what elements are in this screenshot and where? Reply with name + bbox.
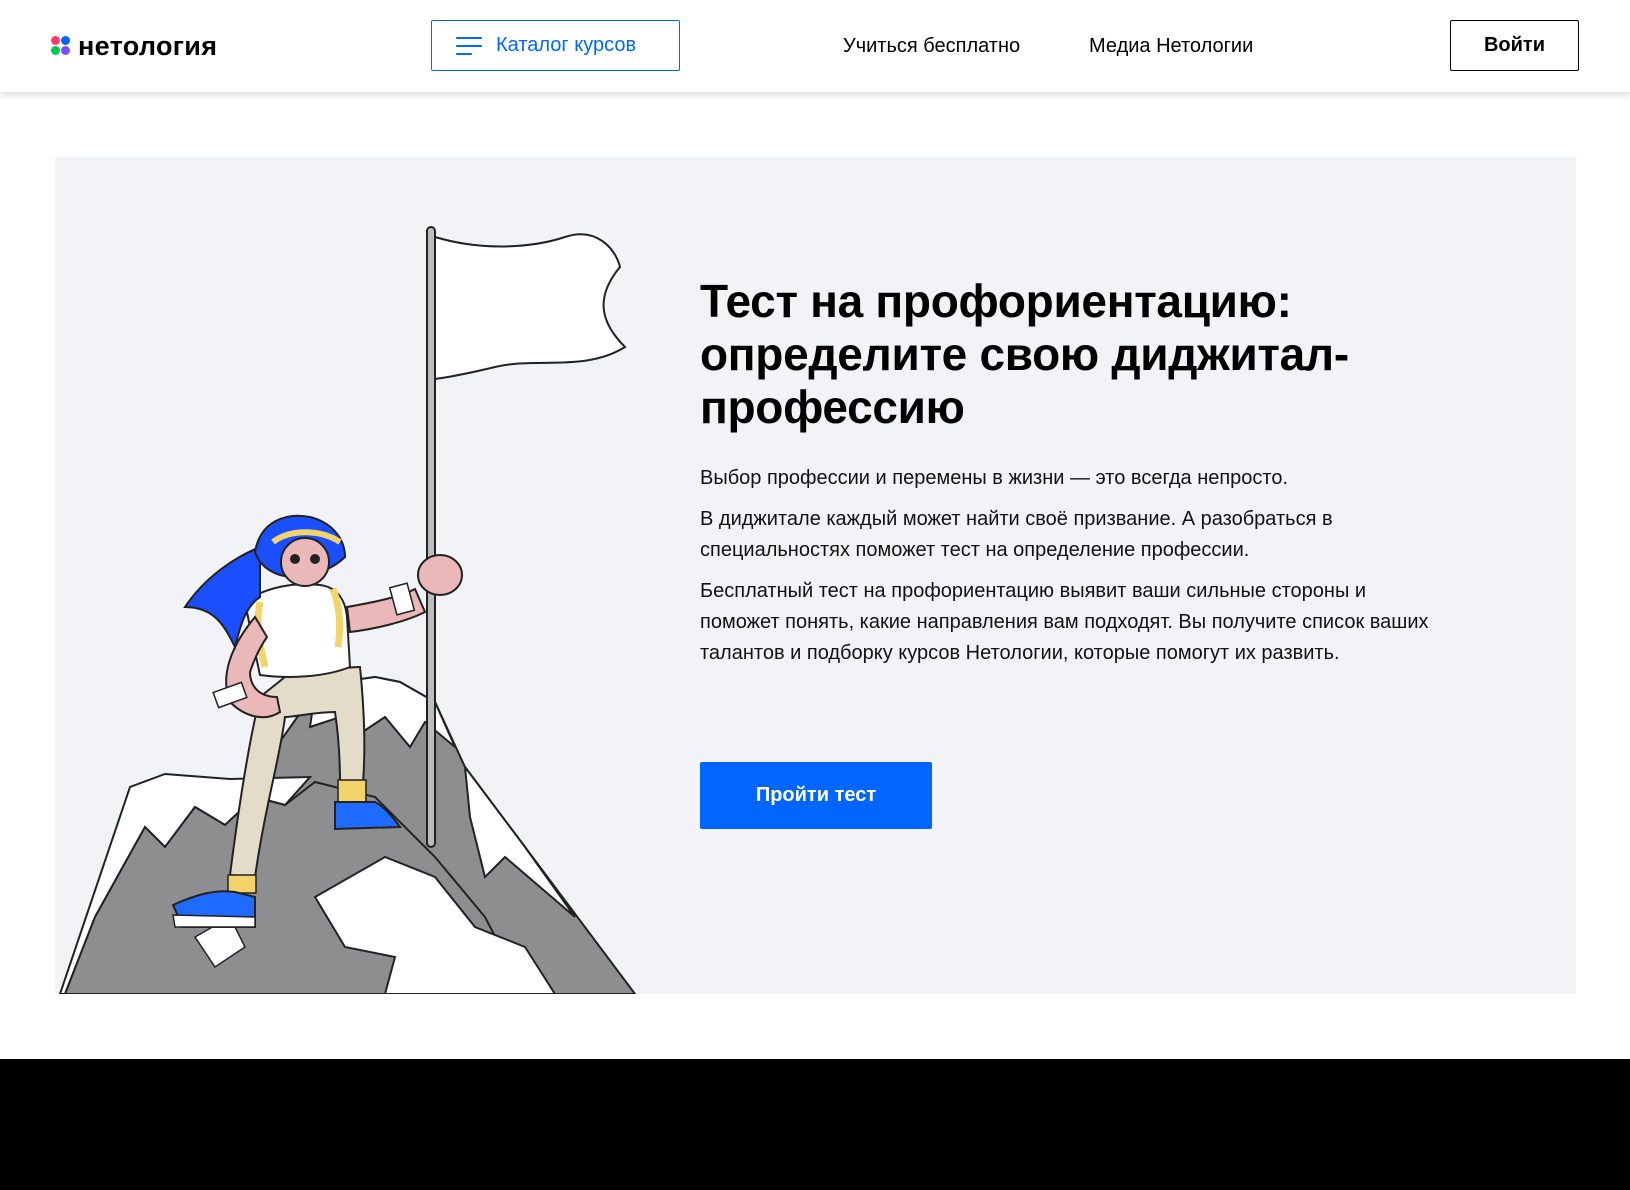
catalog-button-label: Каталог курсов <box>496 34 637 56</box>
menu-burger-icon <box>456 36 482 55</box>
footer-band <box>0 1059 1630 1190</box>
mountain-flag-illustration <box>58 226 637 994</box>
hero-title: Тест на профориентацию: определите свою … <box>700 275 1349 433</box>
login-button[interactable]: Войти <box>1450 20 1579 71</box>
hero-description: Выбор профессии и перемены в жизни — это… <box>700 463 1430 679</box>
catalog-button[interactable]: Каталог курсов <box>431 20 680 71</box>
logo-text: нетология <box>78 30 218 61</box>
hero-paragraph: В диджитале каждый может найти своё приз… <box>700 508 1333 561</box>
nav-link-free-learning[interactable]: Учиться бесплатно <box>843 34 1020 58</box>
nav-link-media[interactable]: Медиа Нетологии <box>1089 34 1253 58</box>
site-header: нетология Каталог курсов Учиться бесплат… <box>0 0 1630 92</box>
hero-section: Тест на профориентацию: определите свою … <box>55 157 1576 994</box>
logo-link[interactable]: нетология <box>51 30 217 62</box>
netology-logo-icon <box>51 36 71 56</box>
hero-paragraph: Выбор профессии и перемены в жизни — это… <box>700 467 1289 489</box>
take-test-button[interactable]: Пройти тест <box>700 762 932 829</box>
hero-paragraph: Бесплатный тест на профориентацию выявит… <box>700 580 1429 664</box>
